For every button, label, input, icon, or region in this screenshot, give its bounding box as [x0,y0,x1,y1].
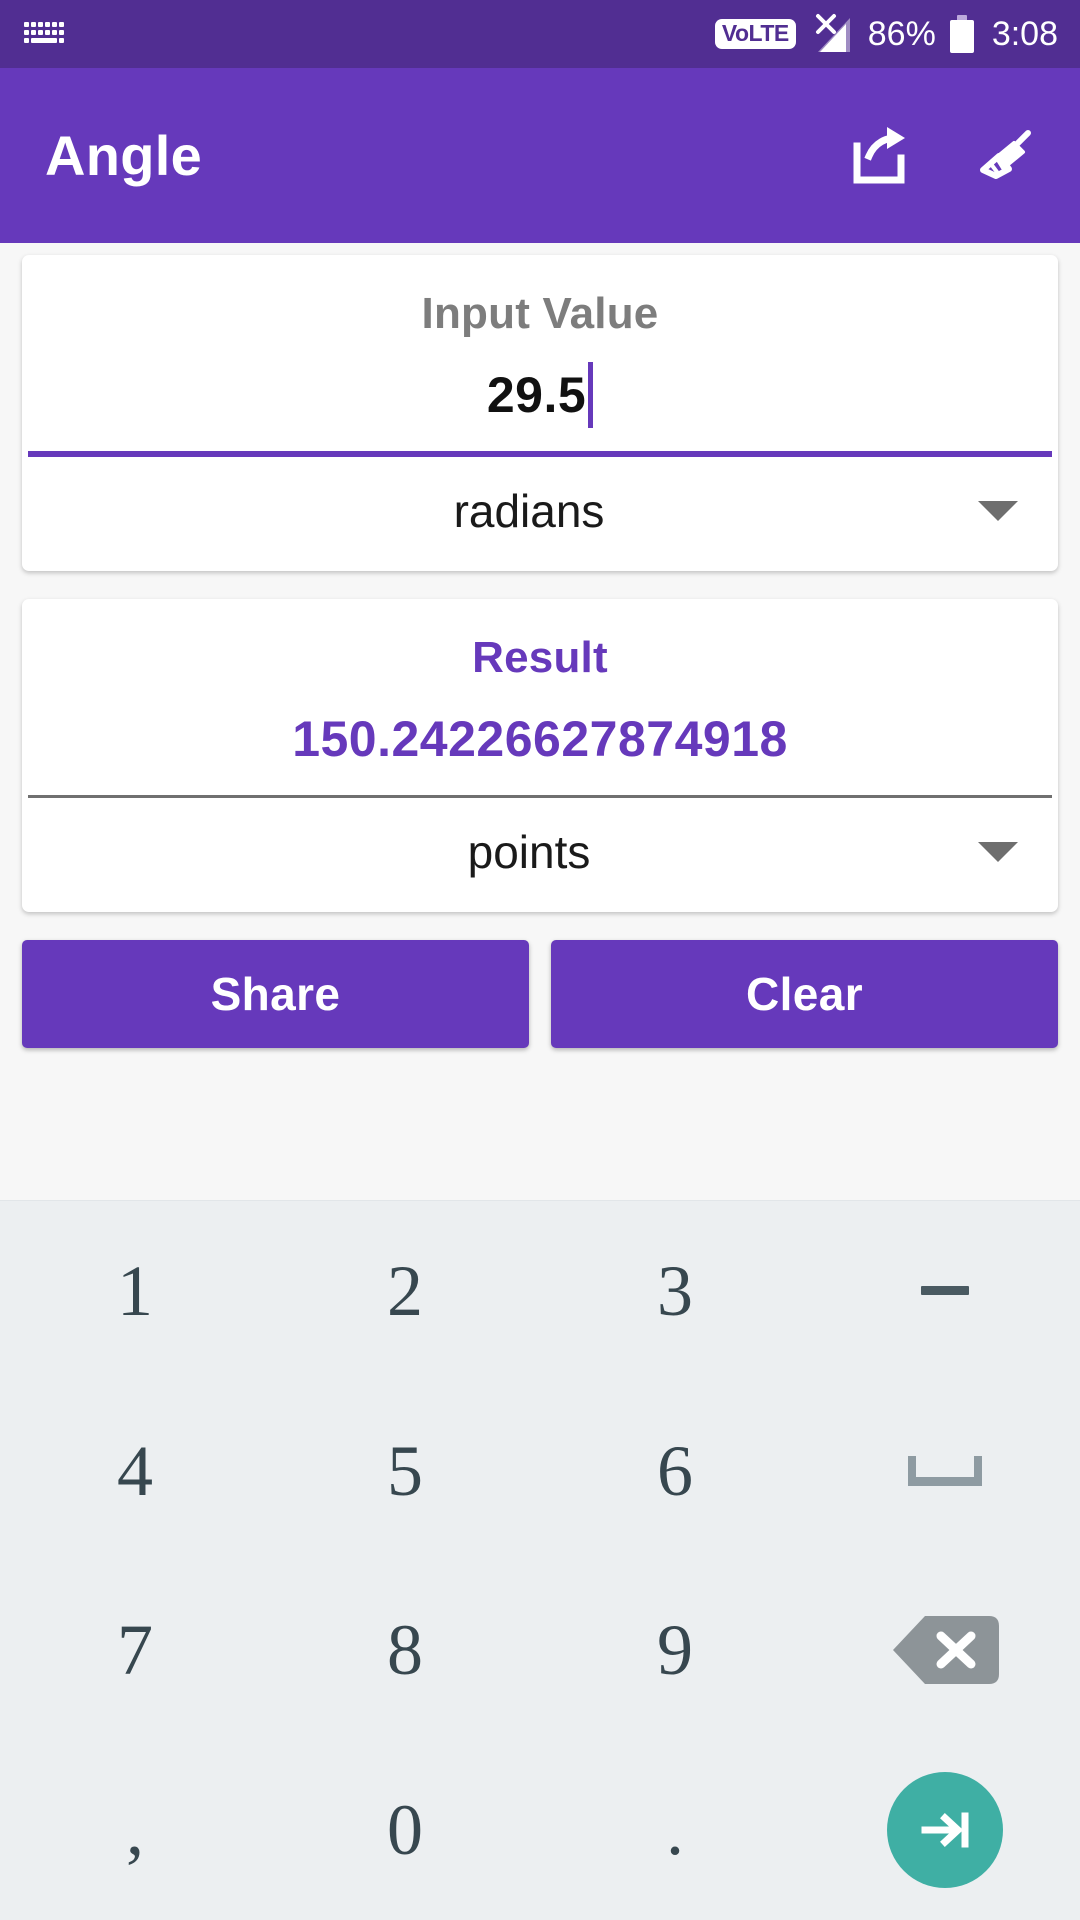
main-content: Input Value 29.5 radians Result 150.2422… [0,243,1080,1200]
key-minus[interactable] [810,1201,1080,1381]
key-8-label: 8 [387,1610,423,1691]
battery-percent: 86% [867,14,936,53]
key-backspace[interactable] [810,1561,1080,1741]
app-bar: Angle [0,68,1080,243]
chevron-down-icon [978,501,1018,521]
key-0[interactable]: 0 [270,1740,540,1920]
chevron-down-icon [978,842,1018,862]
numeric-keyboard: 1 2 3 4 5 6 7 8 9, 0. [0,1200,1080,1920]
space-icon [908,1455,982,1486]
result-card: Result 150.24226627874918 points [22,599,1058,912]
key-2[interactable]: 2 [270,1201,540,1381]
key-1-label: 1 [117,1250,153,1331]
input-field[interactable]: 29.5 [50,339,1030,451]
key-4[interactable]: 4 [0,1381,270,1561]
status-bar: VoLTE 86% 3:08 [0,0,1080,68]
key-7-label: 7 [117,1610,153,1691]
text-caret [588,362,594,428]
minus-icon [921,1286,969,1296]
key-space[interactable] [810,1381,1080,1561]
key-5-label: 5 [387,1430,423,1511]
signal-no-service-icon [810,12,854,56]
key-6[interactable]: 6 [540,1381,810,1561]
result-value: 150.24226627874918 [292,711,788,767]
key-7[interactable]: 7 [0,1561,270,1741]
app-bar-actions [844,121,1040,191]
key-period[interactable]: . [540,1740,810,1920]
app-root: VoLTE 86% 3:08 Angle Input Value 29.5 ra… [0,0,1080,1920]
action-buttons: Share Clear [22,940,1058,1048]
key-comma-label: , [126,1790,144,1871]
input-value: 29.5 [486,367,587,423]
share-icon[interactable] [844,121,914,191]
status-bar-left [22,19,66,49]
input-unit-value: radians [453,485,605,537]
status-bar-clock: 3:08 [991,14,1058,53]
key-4-label: 4 [117,1430,153,1511]
keyboard-row: 4 5 6 [0,1381,1080,1561]
result-unit-dropdown[interactable]: points [50,798,1030,906]
key-3-label: 3 [657,1250,693,1331]
input-label: Input Value [421,289,659,338]
backspace-icon [891,1614,999,1686]
keyboard-row: 1 2 3 [0,1201,1080,1381]
volte-badge: VoLTE [714,19,796,49]
broom-icon[interactable] [970,121,1040,191]
key-0-label: 0 [387,1790,423,1871]
result-unit-value: points [467,826,591,878]
key-2-label: 2 [387,1250,423,1331]
key-8[interactable]: 8 [270,1561,540,1741]
key-5[interactable]: 5 [270,1381,540,1561]
share-button[interactable]: Share [22,940,529,1048]
key-6-label: 6 [657,1430,693,1511]
result-field: 150.24226627874918 [50,683,1030,795]
result-label: Result [472,633,608,682]
battery-icon [949,15,974,53]
keyboard-row: , 0. [0,1740,1080,1920]
key-9-label: 9 [657,1610,693,1691]
status-bar-right: VoLTE 86% 3:08 [714,12,1058,56]
key-comma[interactable]: , [0,1740,270,1920]
input-unit-dropdown[interactable]: radians [50,457,1030,565]
keyboard-icon [22,19,66,49]
input-card: Input Value 29.5 radians [22,255,1058,571]
key-3[interactable]: 3 [540,1201,810,1381]
key-period-label: . [666,1790,684,1871]
clear-button[interactable]: Clear [551,940,1058,1048]
key-enter[interactable] [810,1740,1080,1920]
page-title: Angle [45,124,203,187]
keyboard-row: 7 8 9 [0,1561,1080,1741]
key-1[interactable]: 1 [0,1201,270,1381]
enter-next-icon [887,1772,1003,1889]
key-9[interactable]: 9 [540,1561,810,1741]
